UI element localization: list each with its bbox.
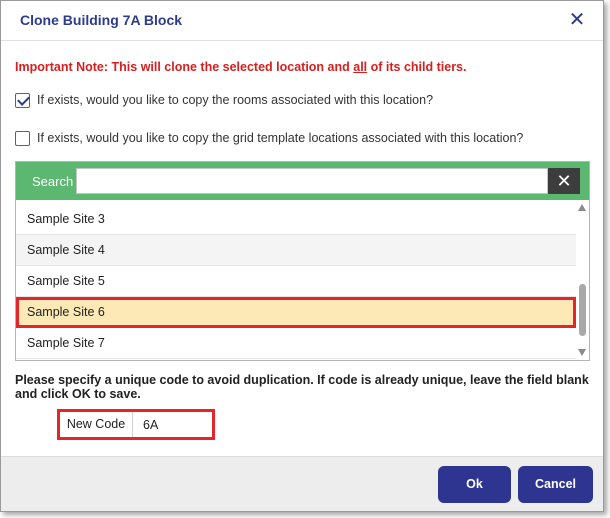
search-label: Search	[32, 174, 74, 189]
list-item[interactable]: Sample Site 5	[16, 266, 576, 297]
ok-button[interactable]: Ok	[438, 466, 511, 503]
list-scrollbar[interactable]	[576, 200, 589, 360]
search-bar: Search ✕	[16, 162, 589, 200]
clear-icon[interactable]: ✕	[548, 168, 580, 194]
new-code-field: New Code	[57, 409, 215, 440]
scroll-thumb[interactable]	[579, 284, 586, 336]
note-suffix: of its child tiers.	[367, 60, 467, 74]
clone-dialog: Clone Building 7A Block ✕ Important Note…	[0, 0, 604, 512]
list-item[interactable]: Sample Site 7	[16, 328, 576, 359]
location-list: Sample Site 3 Sample Site 4 Sample Site …	[16, 204, 576, 360]
scroll-up-arrow-icon[interactable]	[578, 204, 586, 211]
list-item[interactable]: Sample Site 4	[16, 235, 576, 266]
note-prefix: Important Note: This will clone the sele…	[15, 60, 354, 74]
copy-grid-templates-label: If exists, would you like to copy the gr…	[37, 131, 524, 145]
search-input[interactable]	[76, 168, 548, 194]
scroll-down-arrow-icon[interactable]	[578, 349, 586, 356]
close-icon[interactable]: ✕	[567, 9, 587, 31]
note-emphasis: all	[353, 60, 368, 74]
important-note: Important Note: This will clone the sele…	[15, 60, 466, 74]
dialog-titlebar: Clone Building 7A Block ✕	[1, 1, 603, 41]
new-code-label: New Code	[60, 412, 133, 437]
dialog-title: Clone Building 7A Block	[20, 12, 183, 28]
unique-code-instructions: Please specify a unique code to avoid du…	[15, 373, 589, 401]
copy-rooms-checkbox[interactable]	[15, 92, 30, 108]
list-item[interactable]: Sample Site 3	[16, 204, 576, 235]
copy-grid-templates-option[interactable]: If exists, would you like to copy the gr…	[15, 129, 523, 147]
copy-grid-templates-checkbox[interactable]	[15, 130, 30, 146]
cancel-button[interactable]: Cancel	[518, 466, 593, 503]
copy-rooms-label: If exists, would you like to copy the ro…	[37, 93, 434, 107]
location-list-panel: Search ✕ Sample Site 3 Sample Site 4 Sam…	[15, 161, 590, 361]
new-code-input[interactable]	[134, 412, 212, 437]
copy-rooms-option[interactable]: If exists, would you like to copy the ro…	[15, 91, 433, 109]
dialog-footer: Ok Cancel	[1, 456, 603, 511]
list-item-selected[interactable]: Sample Site 6	[16, 297, 576, 328]
